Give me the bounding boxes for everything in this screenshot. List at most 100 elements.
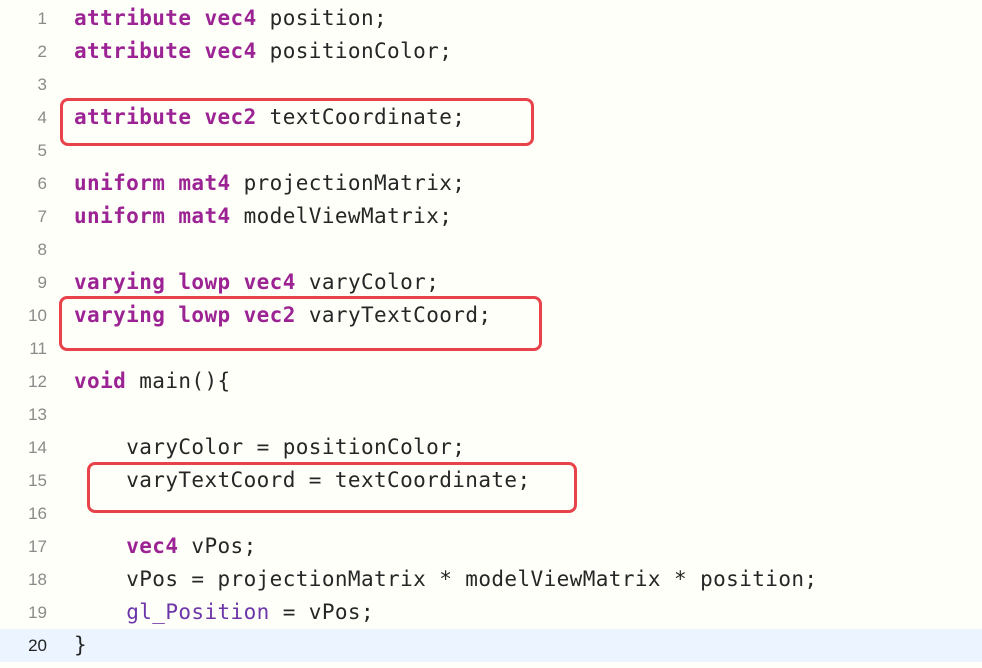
code-line[interactable]: 18 vPos = projectionMatrix * modelViewMa… — [0, 563, 982, 596]
code-token: = vPos; — [269, 600, 375, 624]
code-line[interactable]: 12 void main(){ — [0, 365, 982, 398]
code-text[interactable]: attribute vec2 textCoordinate; — [74, 101, 465, 134]
keyword-token: lowp — [178, 303, 231, 327]
line-number: 11 — [29, 339, 47, 358]
code-token: varyTextCoord; — [295, 303, 492, 327]
line-number: 10 — [28, 306, 47, 325]
code-text[interactable]: vPos = projectionMatrix * modelViewMatri… — [74, 563, 817, 596]
keyword-token: attribute — [74, 105, 192, 129]
code-line[interactable]: 15 varyTextCoord = textCoordinate; — [0, 464, 982, 497]
line-number: 2 — [37, 42, 47, 61]
line-number: 19 — [28, 603, 47, 622]
keyword-token: uniform — [74, 171, 166, 195]
keyword-token: varying — [74, 270, 166, 294]
keyword-token: mat4 — [178, 204, 231, 228]
code-line[interactable]: 13 — [0, 398, 982, 431]
code-text[interactable]: uniform mat4 projectionMatrix; — [74, 167, 465, 200]
code-token: main(){ — [126, 369, 231, 393]
line-number: 5 — [37, 141, 47, 160]
code-text[interactable]: varying lowp vec4 varyColor; — [74, 266, 439, 299]
line-number: 16 — [28, 504, 47, 523]
code-line[interactable]: 19 gl_Position = vPos; — [0, 596, 982, 629]
line-number: 4 — [37, 108, 47, 127]
line-number: 12 — [28, 372, 47, 391]
code-token: projectionMatrix; — [230, 171, 466, 195]
code-line[interactable]: 7 uniform mat4 modelViewMatrix; — [0, 200, 982, 233]
line-number: 1 — [37, 9, 47, 28]
code-token: vPos = projectionMatrix * modelViewMatri… — [126, 567, 818, 591]
code-text[interactable]: attribute vec4 position; — [74, 2, 387, 35]
code-line[interactable]: 20} — [0, 629, 982, 662]
code-text[interactable]: } — [74, 629, 87, 662]
line-number: 9 — [37, 273, 47, 292]
code-text[interactable]: uniform mat4 modelViewMatrix; — [74, 200, 452, 233]
code-line[interactable]: 10 varying lowp vec2 varyTextCoord; — [0, 299, 982, 332]
keyword-token: attribute — [74, 39, 192, 63]
code-text[interactable]: gl_Position = vPos; — [74, 596, 374, 629]
code-line[interactable]: 5 — [0, 134, 982, 167]
line-number: 3 — [37, 75, 47, 94]
keyword-token: lowp — [178, 270, 231, 294]
code-line[interactable]: 3 — [0, 68, 982, 101]
line-number: 6 — [37, 174, 47, 193]
code-line[interactable]: 9 varying lowp vec4 varyColor; — [0, 266, 982, 299]
code-line[interactable]: 6 uniform mat4 projectionMatrix; — [0, 167, 982, 200]
keyword-token: vec4 — [204, 39, 257, 63]
keyword-token: mat4 — [178, 171, 231, 195]
code-token: varyColor = positionColor; — [126, 435, 466, 459]
code-token: position; — [256, 6, 388, 30]
line-number: 17 — [28, 537, 47, 556]
line-number: 20 — [28, 636, 47, 655]
keyword-token: vec2 — [243, 303, 296, 327]
keyword-token: uniform — [74, 204, 166, 228]
line-number: 13 — [28, 405, 47, 424]
line-number: 15 — [28, 471, 47, 490]
builtin-token: gl_Position — [126, 600, 270, 624]
code-token: modelViewMatrix; — [230, 204, 453, 228]
code-editor[interactable]: 1 attribute vec4 position; 2 attribute vec4… — [0, 2, 982, 662]
keyword-token: vec2 — [204, 105, 257, 129]
code-line[interactable]: 4 attribute vec2 textCoordinate; — [0, 101, 982, 134]
code-line[interactable]: 16 — [0, 497, 982, 530]
keyword-token: attribute — [74, 6, 192, 30]
keyword-token: vec4 — [243, 270, 296, 294]
line-number: 8 — [37, 240, 47, 259]
code-line[interactable]: 1 attribute vec4 position; — [0, 2, 982, 35]
keyword-token: vec4 — [204, 6, 257, 30]
code-text[interactable]: varyColor = positionColor; — [74, 431, 465, 464]
code-line[interactable]: 14 varyColor = positionColor; — [0, 431, 982, 464]
code-line[interactable]: 2 attribute vec4 positionColor; — [0, 35, 982, 68]
code-line[interactable]: 11 — [0, 332, 982, 365]
line-number: 7 — [37, 207, 47, 226]
code-token: varyTextCoord = textCoordinate; — [126, 468, 531, 492]
keyword-token: varying — [74, 303, 166, 327]
code-text[interactable]: varying lowp vec2 varyTextCoord; — [74, 299, 491, 332]
code-token: } — [74, 633, 88, 657]
line-number: 18 — [28, 570, 47, 589]
code-token: varyColor; — [295, 270, 440, 294]
code-line[interactable]: 17 vec4 vPos; — [0, 530, 982, 563]
code-text[interactable]: void main(){ — [74, 365, 231, 398]
code-text[interactable]: varyTextCoord = textCoordinate; — [74, 464, 531, 497]
code-text[interactable]: attribute vec4 positionColor; — [74, 35, 452, 68]
code-text[interactable]: vec4 vPos; — [74, 530, 257, 563]
keyword-token: vec4 — [126, 534, 179, 558]
code-line[interactable]: 8 — [0, 233, 982, 266]
code-token: textCoordinate; — [256, 105, 466, 129]
code-token: vPos; — [178, 534, 257, 558]
keyword-token: void — [74, 369, 127, 393]
line-number: 14 — [28, 438, 47, 457]
